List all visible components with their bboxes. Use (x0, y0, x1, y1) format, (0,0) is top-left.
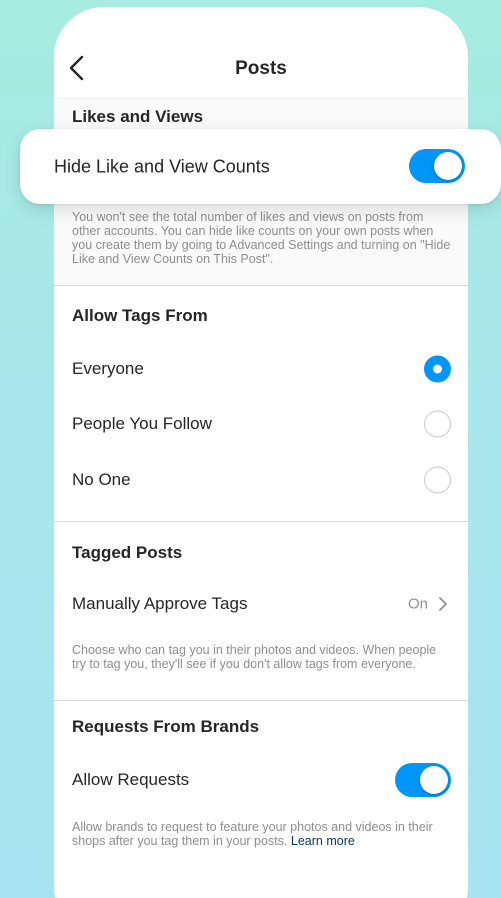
brands-description-text: Allow brands to request to feature your … (72, 820, 433, 848)
hide-counts-card: Hide Like and View Counts (20, 129, 501, 204)
radio-selected-icon[interactable] (424, 355, 451, 383)
brands-description: Allow brands to request to feature your … (72, 820, 452, 848)
tag-option-people-you-follow[interactable]: People You Follow (54, 400, 468, 448)
hide-counts-label: Hide Like and View Counts (54, 156, 270, 176)
divider (54, 521, 468, 522)
row-value: On (407, 595, 428, 613)
learn-more-link[interactable]: Learn more (291, 834, 355, 848)
option-label: Everyone (72, 359, 144, 378)
manually-approve-tags-row[interactable]: Manually Approve Tags On (54, 580, 468, 628)
tag-option-everyone[interactable]: Everyone (54, 345, 468, 393)
tagged-posts-description: Choose who can tag you in their photos a… (72, 643, 437, 671)
option-label: People You Follow (72, 414, 212, 433)
row-label: Manually Approve Tags (72, 594, 248, 613)
option-label: No One (72, 470, 131, 489)
page-title: Posts (235, 58, 287, 79)
likes-section-header: Likes and Views (72, 107, 204, 126)
brands-section-header: Requests From Brands (72, 717, 260, 736)
divider (54, 285, 468, 286)
chevron-right-icon (439, 597, 447, 611)
likes-description: You won't see the total number of likes … (72, 210, 451, 266)
tagged-posts-section-header: Tagged Posts (72, 543, 183, 562)
hide-counts-toggle[interactable] (409, 149, 465, 183)
divider (54, 700, 468, 701)
toggle-knob (434, 152, 462, 180)
toggle-knob (420, 766, 448, 794)
radio-unselected-icon[interactable] (424, 410, 451, 438)
allow-requests-toggle[interactable] (395, 763, 451, 797)
radio-unselected-icon[interactable] (424, 466, 451, 494)
row-label: Allow Requests (72, 770, 190, 789)
navigation-bar: Posts (54, 7, 468, 99)
tag-option-no-one[interactable]: No One (54, 456, 468, 504)
allow-requests-row: Allow Requests (54, 756, 468, 804)
tags-section-header: Allow Tags From (72, 306, 208, 325)
